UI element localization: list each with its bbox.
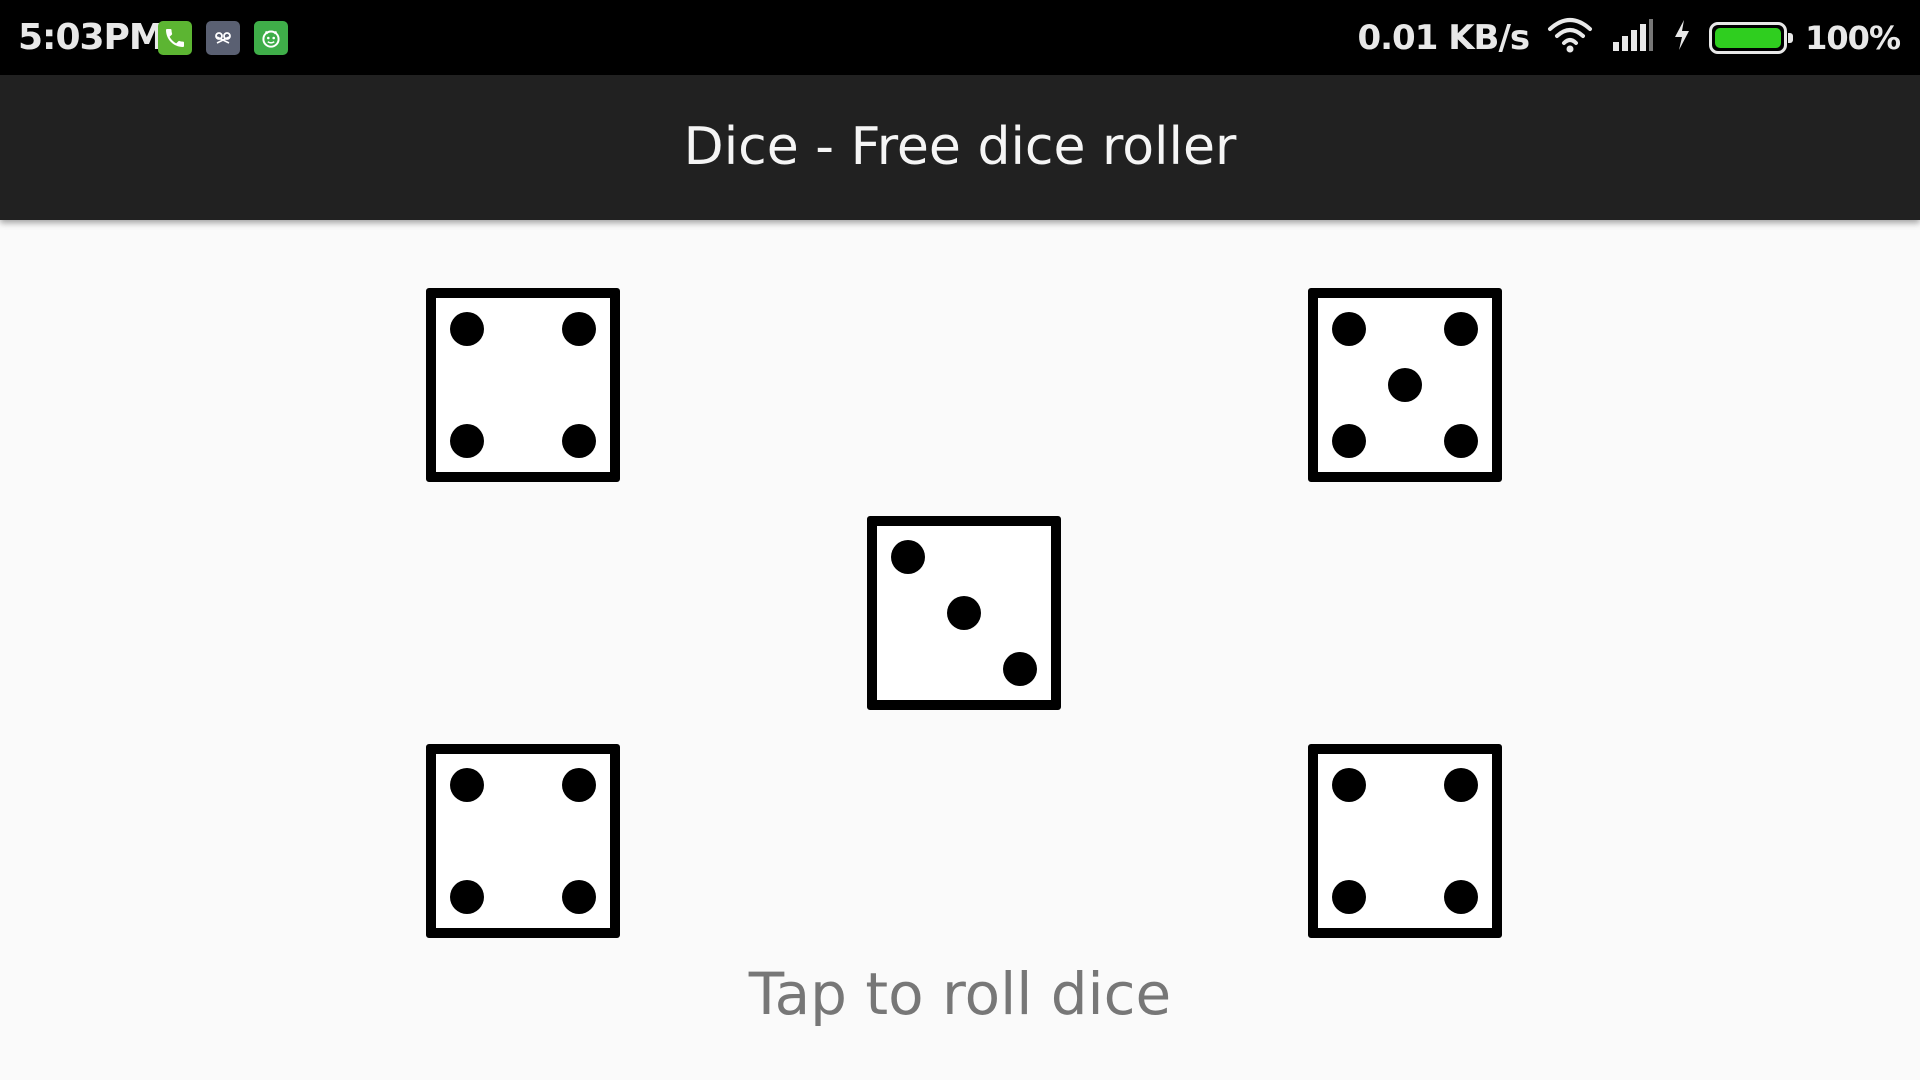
die-pip (1332, 768, 1366, 802)
battery-tip (1788, 32, 1794, 43)
cat-app-icon (206, 21, 240, 55)
status-bar: 5:03PM 0.01 KB/s 100% (0, 0, 1920, 75)
die[interactable] (426, 744, 620, 938)
die-pip (1444, 880, 1478, 914)
battery-percent: 100% (1805, 18, 1901, 57)
wifi-icon (1547, 17, 1593, 58)
android-app-icon (254, 21, 288, 55)
die[interactable] (426, 288, 620, 482)
die-pip (891, 540, 925, 574)
signal-icon (1611, 18, 1655, 57)
app-bar: Dice - Free dice roller (0, 75, 1920, 220)
die[interactable] (867, 516, 1061, 710)
die-pip (450, 880, 484, 914)
phone-icon (158, 21, 192, 55)
die-pip (562, 424, 596, 458)
die[interactable] (1308, 744, 1502, 938)
app-title: Dice - Free dice roller (683, 117, 1237, 177)
die-pip (1332, 424, 1366, 458)
battery-fill (1715, 27, 1782, 48)
die-pip (450, 424, 484, 458)
die-pip (1388, 368, 1422, 402)
status-right-group: 0.01 KB/s 100% (1357, 0, 1901, 75)
die-pip (1003, 652, 1037, 686)
tap-to-roll-hint[interactable]: Tap to roll dice (0, 960, 1920, 1028)
die-pip (562, 880, 596, 914)
die-pip (562, 768, 596, 802)
die-pip (1444, 312, 1478, 346)
battery-icon (1709, 21, 1794, 54)
die-pip (947, 596, 981, 630)
charging-icon (1673, 19, 1691, 56)
die[interactable] (1308, 288, 1502, 482)
die-pip (450, 312, 484, 346)
network-speed: 0.01 KB/s (1357, 17, 1530, 58)
die-pip (1444, 768, 1478, 802)
die-pip (562, 312, 596, 346)
die-pip (450, 768, 484, 802)
die-pip (1332, 880, 1366, 914)
die-pip (1332, 312, 1366, 346)
status-time: 5:03PM (18, 17, 165, 58)
die-pip (1444, 424, 1478, 458)
